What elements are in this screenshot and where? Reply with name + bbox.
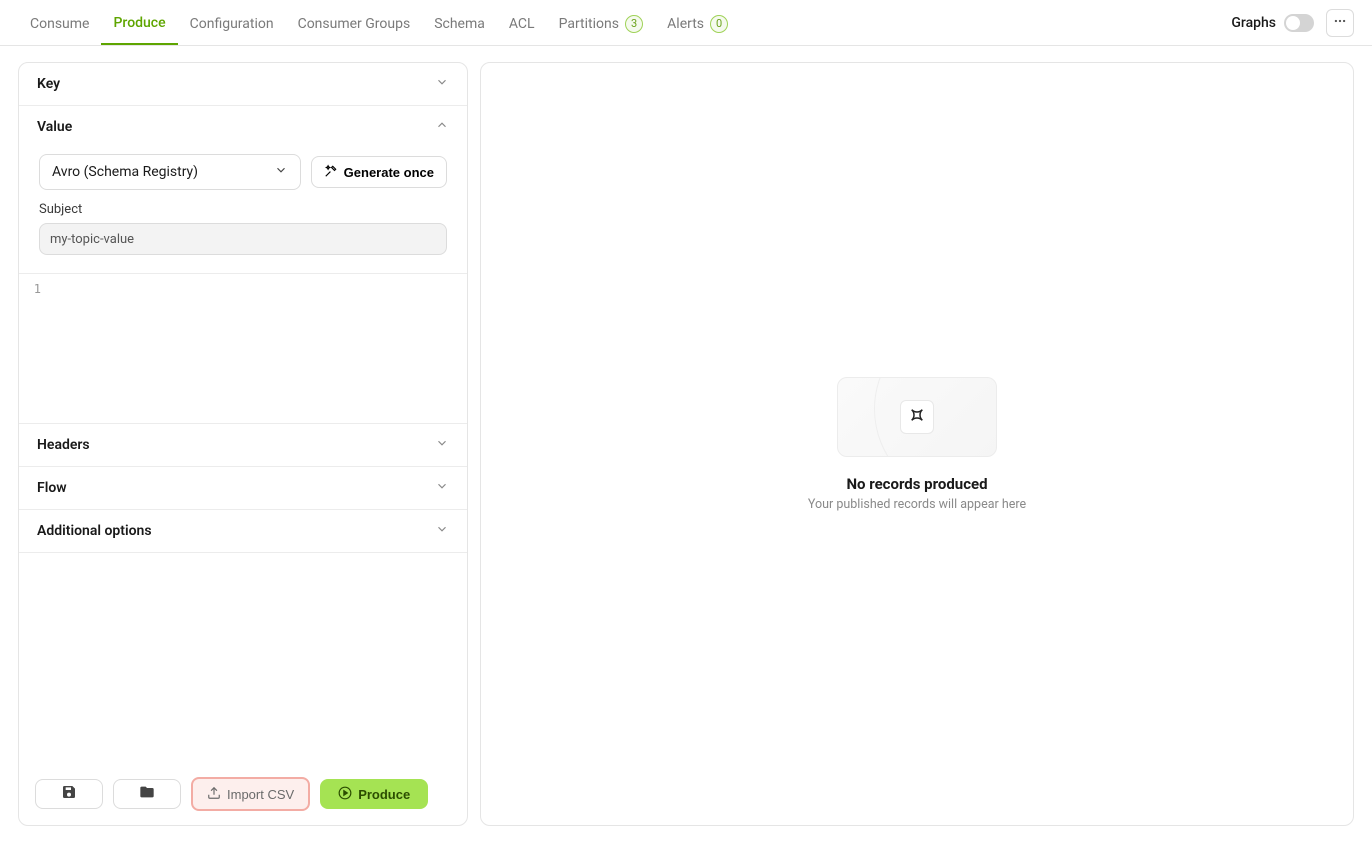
ellipsis-icon (1333, 14, 1347, 32)
folder-icon (139, 784, 155, 804)
section-flow-header[interactable]: Flow (19, 467, 467, 509)
empty-title: No records produced (846, 475, 987, 493)
tab-produce-label: Produce (113, 15, 165, 31)
editor-gutter: 1 (19, 274, 49, 423)
records-panel: No records produced Your published recor… (480, 62, 1354, 826)
value-editor[interactable]: 1 (19, 273, 467, 423)
tab-consume-label: Consume (30, 16, 89, 32)
section-additional-options-header[interactable]: Additional options (19, 510, 467, 552)
section-flow-title: Flow (37, 480, 67, 496)
graphs-toggle-group: Graphs (1231, 14, 1314, 32)
chevron-down-icon (435, 479, 449, 497)
empty-subtitle: Your published records will appear here (808, 497, 1026, 512)
section-additional-options-title: Additional options (37, 523, 152, 539)
upload-icon (207, 786, 221, 803)
section-key-header[interactable]: Key (19, 63, 467, 105)
tab-partitions[interactable]: Partitions 3 (547, 1, 656, 45)
chevron-down-icon (435, 522, 449, 540)
tab-configuration[interactable]: Configuration (178, 1, 286, 45)
save-button[interactable] (35, 779, 103, 809)
alerts-count-badge: 0 (710, 15, 728, 33)
editor-line-number: 1 (19, 282, 49, 296)
spark-icon (908, 406, 926, 428)
tab-consumer-groups-label: Consumer Groups (298, 16, 411, 32)
more-menu-button[interactable] (1326, 9, 1354, 37)
tab-alerts-label: Alerts (667, 16, 704, 32)
save-icon (61, 784, 77, 804)
generate-once-button[interactable]: Generate once (311, 156, 447, 188)
tab-acl[interactable]: ACL (497, 1, 547, 45)
tab-consumer-groups[interactable]: Consumer Groups (286, 1, 423, 45)
chevron-down-icon (274, 163, 288, 181)
section-value-body: Avro (Schema Registry) Generate once Sub… (19, 148, 467, 273)
subject-label: Subject (39, 202, 447, 217)
chevron-up-icon (435, 118, 449, 136)
tab-schema-label: Schema (434, 16, 485, 32)
tab-alerts[interactable]: Alerts 0 (655, 1, 740, 45)
generate-once-label: Generate once (344, 165, 434, 180)
section-value: Value Avro (Schema Registry) (19, 106, 467, 424)
produce-config-panel: Key Value Avro (Schema Registry) (18, 62, 468, 826)
tab-configuration-label: Configuration (190, 16, 274, 32)
value-format-select[interactable]: Avro (Schema Registry) (39, 154, 301, 190)
open-button[interactable] (113, 779, 181, 809)
tab-acl-label: ACL (509, 16, 535, 32)
tab-consume[interactable]: Consume (18, 1, 101, 45)
section-headers: Headers (19, 424, 467, 467)
graphs-label: Graphs (1231, 15, 1276, 31)
section-flow: Flow (19, 467, 467, 510)
editor-body[interactable] (49, 274, 467, 423)
produce-button[interactable]: Produce (320, 779, 428, 809)
empty-illustration (837, 377, 997, 457)
section-headers-header[interactable]: Headers (19, 424, 467, 466)
graphs-switch[interactable] (1284, 14, 1314, 32)
value-format-selected: Avro (Schema Registry) (52, 164, 198, 180)
tab-produce[interactable]: Produce (101, 1, 177, 45)
section-headers-title: Headers (37, 437, 90, 453)
empty-tile (900, 400, 934, 434)
top-tabbar: Consume Produce Configuration Consumer G… (0, 0, 1372, 46)
section-key: Key (19, 63, 467, 106)
tab-schema[interactable]: Schema (422, 1, 497, 45)
bottom-actions: Import CSV Produce (19, 763, 467, 825)
tab-partitions-label: Partitions (559, 16, 619, 32)
import-csv-button[interactable]: Import CSV (191, 777, 310, 811)
section-value-title: Value (37, 119, 72, 135)
section-additional-options: Additional options (19, 510, 467, 553)
wand-icon (324, 164, 338, 181)
play-circle-icon (338, 786, 352, 803)
import-csv-label: Import CSV (227, 787, 294, 802)
section-key-title: Key (37, 76, 60, 92)
chevron-down-icon (435, 436, 449, 454)
subject-input-value: my-topic-value (50, 232, 134, 247)
chevron-down-icon (435, 75, 449, 93)
section-value-header[interactable]: Value (19, 106, 467, 148)
subject-input[interactable]: my-topic-value (39, 223, 447, 255)
produce-label: Produce (358, 787, 410, 802)
tabs: Consume Produce Configuration Consumer G… (18, 1, 740, 45)
partitions-count-badge: 3 (625, 15, 643, 33)
